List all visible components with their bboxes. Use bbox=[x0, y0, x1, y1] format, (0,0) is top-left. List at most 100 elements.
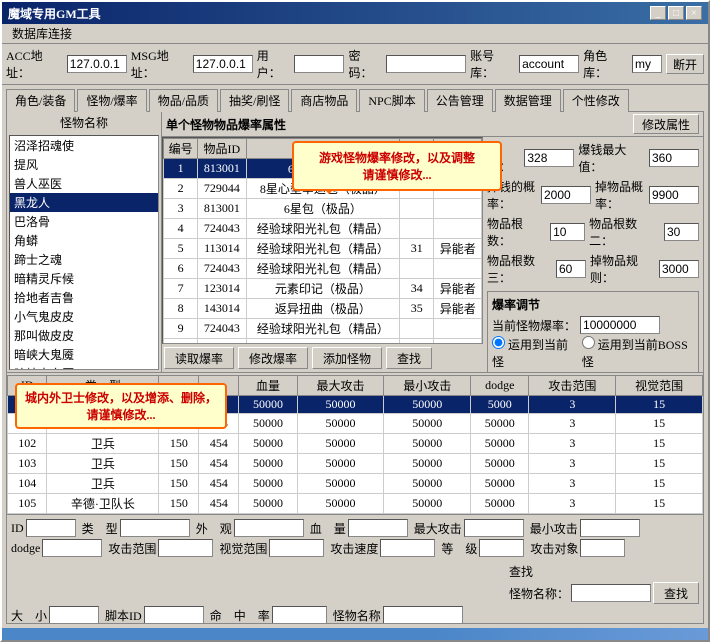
hp-input[interactable] bbox=[348, 519, 408, 537]
table-row[interactable]: 101卫兵15045450000500005000050000315 bbox=[8, 414, 703, 434]
id-label: ID bbox=[11, 521, 24, 536]
guard-table-wrapper[interactable]: ID 类 型 血量 最大攻击 最小攻击 dodge 攻击范围 视觉范围 bbox=[7, 375, 703, 514]
tab-data-manage[interactable]: 数据管理 bbox=[495, 89, 561, 112]
list-item[interactable]: 沼泽招魂使 bbox=[10, 136, 158, 155]
monster-listbox[interactable]: 沼泽招魂使 提风 兽人巫医 黑龙人 巴洛骨 角蟒 蹄士之魂 暗精灵斥候 拾地者吉… bbox=[9, 135, 159, 370]
pwd-input[interactable] bbox=[386, 55, 466, 73]
msg-label: MSG地址： bbox=[131, 47, 189, 81]
table-row[interactable]: 38130016星包（极品） bbox=[164, 199, 482, 219]
appearance-input[interactable] bbox=[234, 519, 304, 537]
tab-personal[interactable]: 个性修改 bbox=[563, 89, 629, 112]
table-row[interactable]: 9724043经验球阳光礼包（精品） bbox=[164, 319, 482, 339]
tab-shop-items[interactable]: 商店物品 bbox=[291, 89, 357, 112]
atkrange-input[interactable] bbox=[158, 539, 213, 557]
list-item[interactable]: 兽人巫医 bbox=[10, 174, 158, 193]
find-button[interactable]: 查找 bbox=[386, 347, 432, 369]
viewrange-input[interactable] bbox=[269, 539, 324, 557]
monster-table-scroll[interactable]: 编号 物品ID 物品名称 数量 属性 bbox=[162, 137, 483, 344]
table-row[interactable]: 7123014元素印记（极品）34异能者 bbox=[164, 279, 482, 299]
table-row[interactable]: 18130016星礼包(极… bbox=[164, 159, 482, 179]
atktarget-input[interactable] bbox=[580, 539, 625, 557]
list-item[interactable]: 黑龙人 bbox=[10, 193, 158, 212]
pwd-label: 密码： bbox=[348, 47, 382, 81]
tab-monster-rate[interactable]: 怪物/爆率 bbox=[77, 89, 146, 112]
list-item[interactable]: 蹄士之魂 bbox=[10, 250, 158, 269]
table-row[interactable]: 8143014返异扭曲（极品）35异能者 bbox=[164, 299, 482, 319]
table-row[interactable]: 104卫兵15045450000500005000050000315 bbox=[8, 474, 703, 494]
radio-boss-input[interactable] bbox=[582, 336, 595, 349]
maxatk-input[interactable] bbox=[464, 519, 524, 537]
type-input[interactable] bbox=[120, 519, 190, 537]
size-input[interactable] bbox=[49, 606, 99, 624]
table-row[interactable]: 4724043经验球阳光礼包（精品） bbox=[164, 219, 482, 239]
table-row[interactable]: 27290448星心型幸运包（极品） bbox=[164, 179, 482, 199]
max-explode-input[interactable] bbox=[649, 149, 699, 167]
deathrate-input[interactable] bbox=[272, 606, 327, 624]
tab-announcement[interactable]: 公告管理 bbox=[427, 89, 493, 112]
role-input[interactable] bbox=[632, 55, 662, 73]
tabs-bar: 角色/装备 怪物/爆率 物品/品质 抽奖/刷怪 商店物品 NPC脚本 公告管理 … bbox=[2, 85, 708, 111]
item-count2-input[interactable] bbox=[664, 223, 699, 241]
msg-input[interactable] bbox=[193, 55, 253, 73]
item-rate3-input[interactable] bbox=[556, 260, 586, 278]
drop-item-input[interactable] bbox=[649, 186, 699, 204]
list-item[interactable]: 暗峡大鬼魇 bbox=[10, 364, 158, 370]
tab-lottery-spawn[interactable]: 抽奖/刷怪 bbox=[220, 89, 289, 112]
close-button[interactable]: × bbox=[686, 6, 702, 20]
size-field: 大 小 bbox=[11, 606, 99, 624]
atkspeed-input[interactable] bbox=[380, 539, 435, 557]
list-item[interactable]: 拾地者吉鲁 bbox=[10, 288, 158, 307]
tab-npc-script[interactable]: NPC脚本 bbox=[359, 89, 424, 112]
level-input[interactable] bbox=[479, 539, 524, 557]
right-subpanel: 单个怪物物品爆率属性 修改属性 游戏怪物爆率修改，以及调整 请谨慎修改... bbox=[162, 112, 703, 372]
user-input[interactable] bbox=[294, 55, 344, 73]
list-item[interactable]: 提风 bbox=[10, 155, 158, 174]
table-row[interactable]: 6724043经验球阳光礼包（精品） bbox=[164, 259, 482, 279]
value-input[interactable] bbox=[524, 149, 574, 167]
tab-role-equipment[interactable]: 角色/装备 bbox=[6, 89, 75, 112]
dodge-input[interactable] bbox=[42, 539, 102, 557]
type-field: 类 型 bbox=[82, 519, 190, 537]
acc-input[interactable] bbox=[67, 55, 127, 73]
drop-rule-input[interactable] bbox=[659, 260, 699, 278]
table-row[interactable]: 5113014经验球阳光礼包（精品）31异能者 bbox=[164, 239, 482, 259]
modify-rate-button[interactable]: 修改爆率 bbox=[238, 347, 308, 369]
col-item-id: 物品ID bbox=[198, 139, 246, 159]
monster-name-input[interactable] bbox=[383, 606, 463, 624]
radio-current[interactable]: 运用到当前怪 bbox=[492, 336, 576, 370]
current-rate-input[interactable] bbox=[580, 316, 660, 334]
radio-boss[interactable]: 运用到当前BOSS怪 bbox=[582, 336, 694, 370]
tab-item-quality[interactable]: 物品/品质 bbox=[149, 89, 218, 112]
appearance-label: 外 观 bbox=[196, 520, 232, 537]
status-bar bbox=[2, 628, 708, 640]
table-row[interactable]: 1005000050000500005000315 bbox=[8, 396, 703, 414]
table-row[interactable]: 102卫兵15045450000500005000050000315 bbox=[8, 434, 703, 454]
radio-current-input[interactable] bbox=[492, 336, 505, 349]
db-input[interactable] bbox=[519, 55, 579, 73]
list-item[interactable]: 角蟒 bbox=[10, 231, 158, 250]
table-row[interactable]: 103卫兵15045450000500005000050000315 bbox=[8, 454, 703, 474]
hp-label: 血 量 bbox=[310, 520, 346, 537]
monster-name2-label: 怪物名称： bbox=[509, 585, 569, 602]
find-monster-input[interactable] bbox=[571, 584, 651, 602]
disconnect-button[interactable]: 断开 bbox=[666, 54, 704, 74]
scriptid-input[interactable] bbox=[144, 606, 204, 624]
menu-database[interactable]: 数据库连接 bbox=[6, 24, 78, 43]
id-input[interactable] bbox=[26, 519, 76, 537]
add-monster-button[interactable]: 添加怪物 bbox=[312, 347, 382, 369]
read-rate-button[interactable]: 读取爆率 bbox=[164, 347, 234, 369]
list-item[interactable]: 巴洛骨 bbox=[10, 212, 158, 231]
find-monster-button[interactable]: 查找 bbox=[653, 582, 699, 604]
explode-rate-input[interactable] bbox=[541, 186, 591, 204]
main-window: 魔域专用GM工具 _ □ × 数据库连接 ACC地址： MSG地址： 用户： 密… bbox=[0, 0, 710, 642]
table-row[interactable]: 105辛德·卫队长15045450000500005000050000315 bbox=[8, 494, 703, 514]
list-item[interactable]: 暗精灵斥候 bbox=[10, 269, 158, 288]
modify-attr-button[interactable]: 修改属性 bbox=[633, 114, 699, 134]
list-item[interactable]: 暗峡大鬼魇 bbox=[10, 345, 158, 364]
maximize-button[interactable]: □ bbox=[668, 6, 684, 20]
list-item[interactable]: 小气鬼皮皮 bbox=[10, 307, 158, 326]
minatk-input[interactable] bbox=[580, 519, 640, 537]
list-item[interactable]: 那叫做皮皮 bbox=[10, 326, 158, 345]
item-count-input[interactable] bbox=[550, 223, 585, 241]
minimize-button[interactable]: _ bbox=[650, 6, 666, 20]
